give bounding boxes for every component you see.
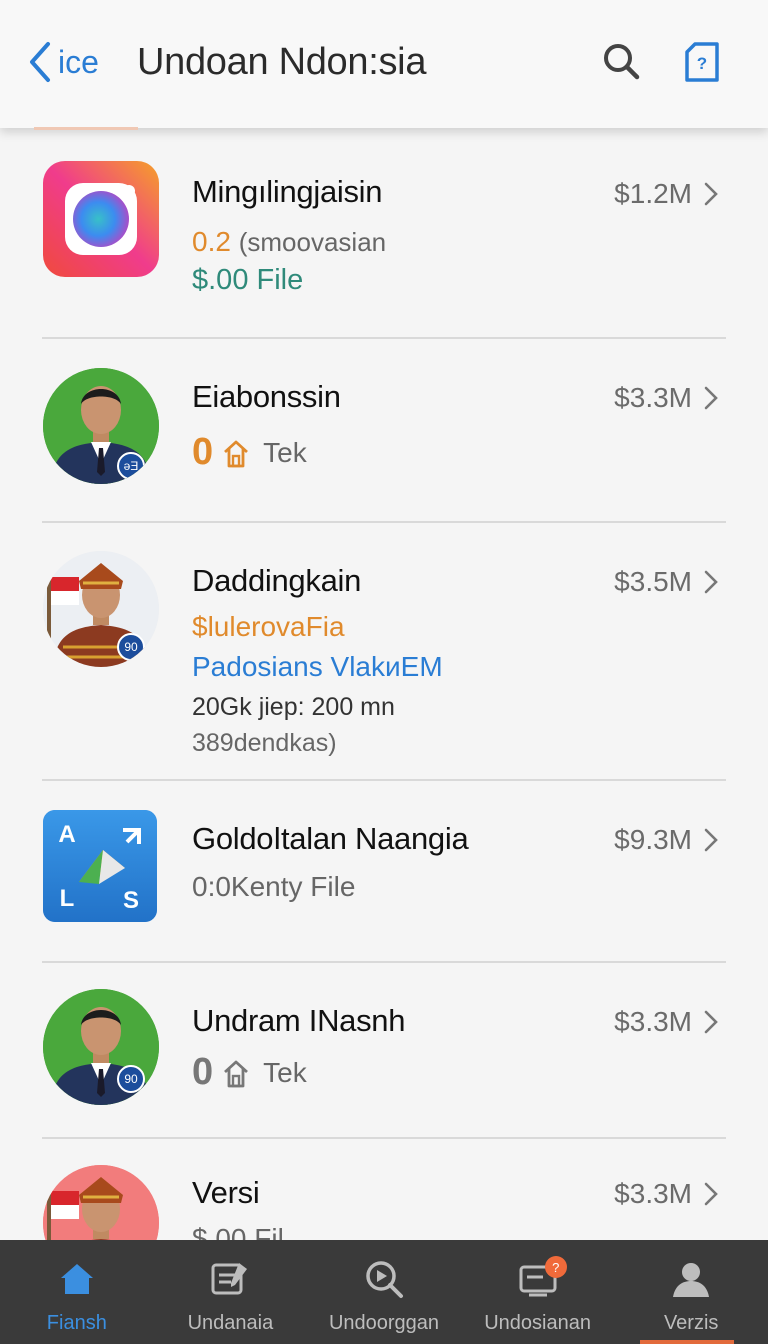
item-tag: Tek xyxy=(263,1056,307,1088)
item-meta: 0 Tek xyxy=(192,1051,307,1094)
back-label: ice xyxy=(58,43,99,80)
item-publisher: Padosians VlakиEM xyxy=(192,651,443,682)
home-share-icon xyxy=(224,440,249,467)
item-price: $1.2M xyxy=(614,178,692,209)
chevron-left-icon xyxy=(30,42,50,82)
item-file-size: $.00 Fil xyxy=(192,1223,284,1240)
item-price: $3.3M xyxy=(614,1178,692,1209)
svg-text:?: ? xyxy=(697,54,707,73)
item-count: 0 xyxy=(192,1051,214,1093)
nav-profile[interactable]: Verzis xyxy=(614,1240,768,1344)
chevron-right-icon xyxy=(704,386,718,410)
profile-icon xyxy=(673,1263,710,1297)
nav-news[interactable]: Undanaia xyxy=(154,1240,308,1344)
item-category: (smoovasian xyxy=(238,227,387,257)
list-item[interactable]: ǝƎ Eiabonssin $3.3M 0 Tek xyxy=(0,339,768,522)
home-share-icon xyxy=(224,1060,249,1087)
nav-tv[interactable]: ? Undosianan xyxy=(461,1240,615,1344)
list-item[interactable]: 90 Undram INasnh $3.3M 0 Tek xyxy=(0,963,768,1138)
search-button[interactable] xyxy=(596,36,646,86)
profile-photo: ǝƎ xyxy=(43,368,159,484)
list-item[interactable]: Mingılingjaisin $1.2M 0.2 (smoovasian $.… xyxy=(0,128,768,338)
item-stats: 20Gk jiep: 200 mn xyxy=(192,693,395,721)
item-count: 0 xyxy=(192,431,214,473)
bottom-navigation: Fiansh Undanaia Undoorggan ? Undosianan … xyxy=(0,1240,768,1344)
item-tag: Tek xyxy=(263,436,307,468)
item-file-size: 0:0Kenty File xyxy=(192,871,356,902)
notification-badge: ? xyxy=(544,1256,567,1278)
page-title: Undoan Ndon:sia xyxy=(137,41,427,83)
nav-home[interactable]: Fiansh xyxy=(0,1240,154,1344)
item-price: $3.3M xyxy=(614,1006,692,1037)
app-header: ice Undoan Ndon:sia ? xyxy=(0,0,768,130)
item-price: $3.3M xyxy=(614,382,692,413)
nav-discover[interactable]: Undoorggan xyxy=(307,1240,461,1344)
team-badge: 90 xyxy=(117,1065,145,1093)
back-button[interactable]: ice xyxy=(26,38,99,86)
item-price: $9.3M xyxy=(614,824,692,855)
item-downloads: 389dendkas) xyxy=(192,729,337,757)
item-title: Goldoǀtalan Naangia xyxy=(192,821,469,856)
list-item[interactable]: A L S Goldoǀtalan Naangia $9.3M 0:0Kenty… xyxy=(0,781,768,961)
profile-photo xyxy=(43,1165,159,1240)
item-title: Eiabonssin xyxy=(192,379,341,414)
chevron-right-icon xyxy=(704,828,718,852)
item-title: Versi xyxy=(192,1175,260,1210)
nav-label: Fiansh xyxy=(46,1312,107,1334)
chevron-right-icon xyxy=(704,1182,718,1206)
team-badge: ǝƎ xyxy=(117,452,145,480)
chevron-right-icon xyxy=(704,182,718,206)
profile-photo: 90 xyxy=(43,551,159,667)
item-subtitle: $lulerovaFia xyxy=(192,611,345,642)
nav-label: Undosianan xyxy=(484,1312,591,1334)
nav-label: Verzis xyxy=(663,1312,719,1334)
help-tag-icon: ? xyxy=(685,42,719,82)
list-item[interactable]: Versi $3.3M $.00 Fil xyxy=(0,1139,768,1240)
profile-photo: 90 xyxy=(43,989,159,1105)
item-meta: 0 Tek xyxy=(192,431,307,474)
camera-app-icon xyxy=(43,161,159,277)
search-icon xyxy=(604,44,640,80)
svg-text:S: S xyxy=(123,887,139,914)
item-file-size: $.00 File xyxy=(192,264,304,296)
nav-label: Undoorggan xyxy=(328,1312,440,1334)
item-price: $3.5M xyxy=(614,566,692,597)
item-subtitle: 0.2 (smoovasian xyxy=(192,226,386,258)
header-accent-line xyxy=(34,127,138,130)
home-icon xyxy=(60,1264,93,1294)
item-title: Mingılingjaisin xyxy=(192,174,383,209)
chevron-right-icon xyxy=(704,1010,718,1034)
team-badge: 90 xyxy=(117,633,145,661)
item-title: Undram INasnh xyxy=(192,1003,406,1038)
help-button[interactable]: ? xyxy=(676,36,728,88)
nav-label: Undanaia xyxy=(187,1312,274,1334)
list-item[interactable]: 90 Daddingkain $3.5M $lulerovaFia Padosi… xyxy=(0,523,768,779)
item-rating: 0.2 xyxy=(192,226,231,257)
chevron-right-icon xyxy=(704,570,718,594)
svg-text:A: A xyxy=(58,821,75,848)
news-icon xyxy=(211,1263,248,1295)
item-list: Mingılingjaisin $1.2M 0.2 (smoovasian $.… xyxy=(0,128,768,1240)
translate-app-icon: A L S xyxy=(43,810,157,922)
active-indicator xyxy=(640,1340,735,1344)
item-title: Daddingkain xyxy=(192,563,362,598)
svg-text:L: L xyxy=(60,885,75,912)
search-icon xyxy=(366,1261,403,1298)
